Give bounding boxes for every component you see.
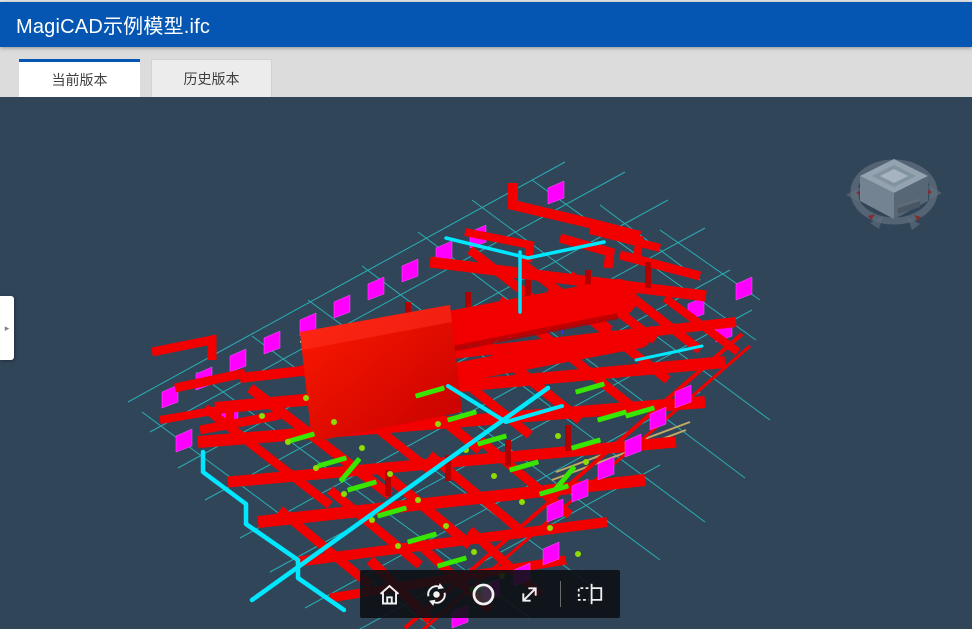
tab-label: 历史版本 xyxy=(184,69,240,89)
circle-icon xyxy=(470,581,497,608)
title-bar: MagiCAD示例模型.ifc xyxy=(0,2,972,47)
home-icon xyxy=(376,581,403,608)
tab-label: 当前版本 xyxy=(52,70,108,90)
view-toolbar xyxy=(360,570,620,618)
toolbar-divider xyxy=(560,581,561,607)
orbit-icon xyxy=(423,581,450,608)
section-box-button[interactable] xyxy=(573,577,607,611)
tab-current-version[interactable]: 当前版本 xyxy=(19,59,140,97)
orbit-button[interactable] xyxy=(419,577,453,611)
app-window: { "header": { "title": "MagiCAD示例模型.ifc"… xyxy=(0,0,972,629)
view-cube-icon xyxy=(846,159,942,230)
select-mode-button[interactable] xyxy=(466,577,500,611)
version-tabbar: 当前版本 历史版本 xyxy=(0,47,972,97)
tab-history-version[interactable]: 历史版本 xyxy=(151,59,272,97)
view-cube[interactable] xyxy=(846,143,942,239)
section-box-icon xyxy=(575,581,605,607)
expand-arrows-icon xyxy=(516,581,543,608)
model-3d-render[interactable] xyxy=(0,97,972,629)
fullscreen-button[interactable] xyxy=(513,577,547,611)
left-panel-toggle[interactable]: ▸ xyxy=(0,296,14,360)
chevron-right-icon: ▸ xyxy=(5,324,10,333)
page-title: MagiCAD示例模型.ifc xyxy=(16,10,210,39)
home-view-button[interactable] xyxy=(373,577,407,611)
model-viewport[interactable]: ▸ xyxy=(0,97,972,629)
